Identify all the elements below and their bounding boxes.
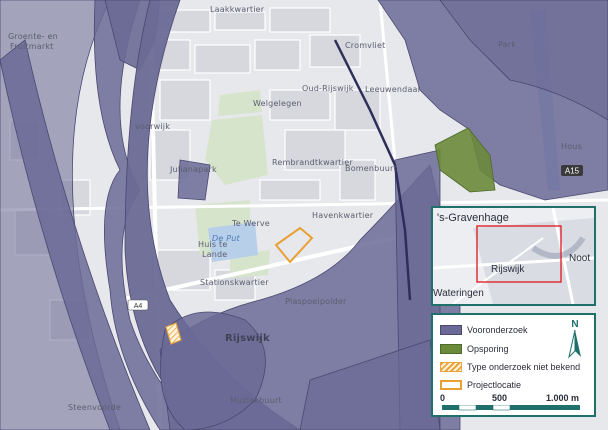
label-julianapark: Julianapark	[170, 165, 217, 174]
north-arrow-icon: N	[568, 319, 581, 359]
legend-item-opsporing: Opsporing	[440, 343, 509, 355]
legend-label: Type onderzoek niet bekend	[467, 362, 581, 372]
label-havenkwartier: Havenkwartier	[312, 211, 374, 220]
label-park-partial: Park	[498, 40, 517, 49]
label-bomenbuurt: Bomenbuurt	[345, 164, 397, 173]
svg-text:A4: A4	[134, 303, 143, 310]
overview-inset-map[interactable]: 's-Gravenhage Rijswijk Noot Wateringen	[431, 206, 596, 306]
svg-text:A15: A15	[565, 167, 580, 176]
scale-label-0: 0	[440, 393, 446, 403]
label-plaspoelpolder: Plaspoelpolder	[285, 297, 347, 306]
label-de-put: De Put	[212, 234, 240, 243]
legend-label: Vooronderzoek	[467, 325, 528, 335]
label-muziekbuurt: Muziekbuurt	[230, 396, 282, 405]
label-laakkwartier: Laakkwartier	[210, 5, 265, 14]
legend-item-vooronderzoek: Vooronderzoek	[440, 324, 528, 336]
label-fruitmarkt: Fruitmarkt	[10, 42, 54, 51]
road-shield-a4: A4	[127, 299, 149, 311]
label-rijswijk: Rijswijk	[225, 333, 270, 344]
scale-bar-graphic	[442, 405, 580, 411]
legend: Vooronderzoek Opsporing Type onderzoek n…	[431, 313, 596, 417]
inset-label-rijswijk: Rijswijk	[491, 264, 525, 275]
legend-swatch-opsporing	[440, 344, 462, 354]
legend-swatch-vooronderzoek	[440, 325, 462, 335]
label-huis-partial: Hous	[561, 142, 582, 151]
label-lande: Lande	[202, 250, 228, 259]
label-groente: Groente- en	[8, 32, 58, 41]
label-te-werve: Te Werve	[232, 219, 270, 228]
scale-label-1000: 1.000 m	[546, 393, 580, 403]
map-frame[interactable]: A15 A4 Laakkwartier Groente- en Fruitmar…	[0, 0, 608, 430]
label-voorwijk: voorwijk	[135, 122, 171, 131]
inset-label-nootdorp: Noot	[569, 253, 591, 264]
label-oud-rijswijk: Oud-Rijswijk	[302, 84, 354, 93]
legend-swatch-projectlocatie	[440, 380, 462, 390]
label-steenvoorde: Steenvoorde	[68, 403, 122, 412]
scale-label-500: 500	[492, 393, 508, 403]
label-leeuwendaal: Leeuwendaal	[365, 85, 421, 94]
inset-label-wateringen: Wateringen	[433, 288, 484, 299]
svg-text:N: N	[571, 319, 578, 330]
legend-label: Opsporing	[467, 344, 509, 354]
label-stationskwartier: Stationskwartier	[200, 278, 269, 287]
road-shield-a15: A15	[561, 165, 583, 176]
scale-bar: 0 500 1.000 m	[440, 393, 580, 411]
legend-item-type-onbekend: Type onderzoek niet bekend	[440, 361, 580, 373]
label-rembrandtkwartier: Rembrandtkwartier	[272, 158, 353, 167]
inset-label-gravenhage: 's-Gravenhage	[437, 212, 509, 224]
label-welgelegen: Welgelegen	[253, 99, 302, 108]
legend-swatch-type-onbekend	[440, 362, 462, 372]
label-cromvliet: Cromvliet	[345, 41, 386, 50]
legend-label: Projectlocatie	[467, 380, 522, 390]
legend-item-projectlocatie: Projectlocatie	[440, 379, 521, 391]
